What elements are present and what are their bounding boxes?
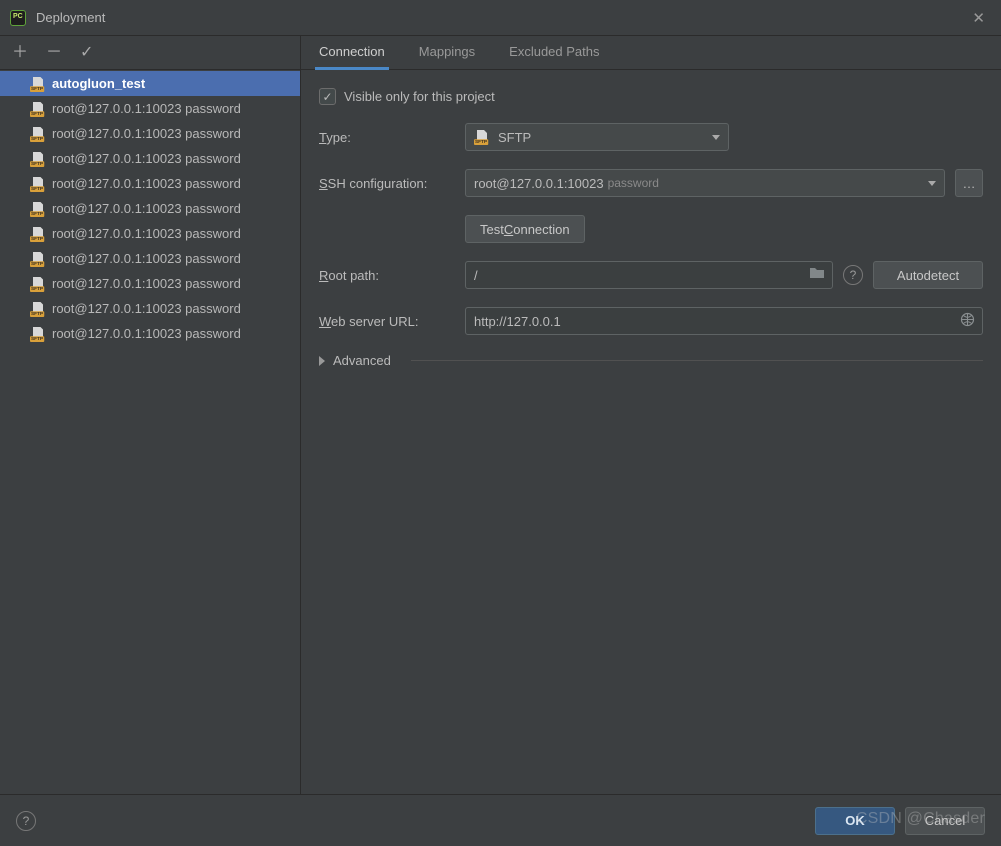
sidebar-item[interactable]: root@127.0.0.1:10023 password [0,121,300,146]
type-label: Type: [319,130,455,145]
sidebar-item-label: autogluon_test [52,76,145,91]
sidebar: ＋ － ✓ autogluon_test root@127.0.0.1:10023… [0,36,301,794]
sidebar-item-label: root@127.0.0.1:10023 password [52,151,241,166]
visible-only-label: Visible only for this project [344,89,495,104]
advanced-label: Advanced [333,353,391,368]
sidebar-item-label: root@127.0.0.1:10023 password [52,126,241,141]
help-icon[interactable]: ? [843,265,863,285]
web-url-value: http://127.0.0.1 [474,314,561,329]
remove-button[interactable]: － [46,45,62,61]
ok-button[interactable]: OK [815,807,895,835]
ssh-auth-hint: password [608,176,659,190]
folder-icon[interactable] [809,266,825,283]
web-url-input[interactable]: http://127.0.0.1 [465,307,983,335]
chevron-down-icon [928,181,936,186]
sidebar-item[interactable]: root@127.0.0.1:10023 password [0,296,300,321]
expand-arrow-icon [319,356,325,366]
ssh-config-label: SSH configuration: [319,176,455,191]
sidebar-item-label: root@127.0.0.1:10023 password [52,251,241,266]
titlebar: Deployment ✕ [0,0,1001,36]
test-connection-button[interactable]: Test Connection [465,215,585,243]
tab-excluded-paths[interactable]: Excluded Paths [505,44,603,70]
globe-icon[interactable] [960,312,975,330]
sidebar-item[interactable]: root@127.0.0.1:10023 password [0,171,300,196]
sidebar-item-label: root@127.0.0.1:10023 password [52,226,241,241]
sidebar-item[interactable]: root@127.0.0.1:10023 password [0,246,300,271]
sidebar-item[interactable]: root@127.0.0.1:10023 password [0,271,300,296]
window-title: Deployment [36,10,105,25]
sidebar-toolbar: ＋ － ✓ [0,36,300,70]
server-list: autogluon_test root@127.0.0.1:10023 passw… [0,70,300,794]
sftp-icon [30,202,46,216]
sftp-icon [30,327,46,341]
type-dropdown[interactable]: SFTP [465,123,729,151]
type-value: SFTP [498,130,531,145]
root-path-value: / [474,268,478,283]
sidebar-item[interactable]: root@127.0.0.1:10023 password [0,221,300,246]
sidebar-item[interactable]: root@127.0.0.1:10023 password [0,146,300,171]
sftp-icon [30,227,46,241]
root-path-label: Root path: [319,268,455,283]
chevron-down-icon [712,135,720,140]
ssh-config-value: root@127.0.0.1:10023 [474,176,604,191]
sftp-icon [30,302,46,316]
separator [411,360,983,361]
cancel-button[interactable]: Cancel [905,807,985,835]
add-button[interactable]: ＋ [12,45,28,61]
visible-only-checkbox[interactable] [319,88,336,105]
sftp-icon [30,277,46,291]
sidebar-item[interactable]: autogluon_test [0,71,300,96]
app-icon [10,10,26,26]
advanced-section-toggle[interactable]: Advanced [319,353,983,378]
sftp-icon [30,252,46,266]
sidebar-item-label: root@127.0.0.1:10023 password [52,176,241,191]
autodetect-button[interactable]: Autodetect [873,261,983,289]
sidebar-item[interactable]: root@127.0.0.1:10023 password [0,196,300,221]
root-path-input[interactable]: / [465,261,833,289]
sftp-icon [30,102,46,116]
sftp-icon [474,130,490,144]
help-button[interactable]: ? [16,811,36,831]
sidebar-item-label: root@127.0.0.1:10023 password [52,301,241,316]
main-panel: Connection Mappings Excluded Paths Visib… [301,36,1001,794]
sidebar-item-label: root@127.0.0.1:10023 password [52,201,241,216]
ssh-browse-button[interactable]: … [955,169,983,197]
sftp-icon [30,127,46,141]
tab-connection[interactable]: Connection [315,44,389,70]
tab-bar: Connection Mappings Excluded Paths [301,36,1001,70]
sftp-icon [30,152,46,166]
sidebar-item[interactable]: root@127.0.0.1:10023 password [0,96,300,121]
close-icon[interactable]: ✕ [966,5,991,31]
ssh-config-dropdown[interactable]: root@127.0.0.1:10023 password [465,169,945,197]
dialog-footer: ? OK Cancel [0,794,1001,846]
sftp-icon [30,77,46,91]
sidebar-item-label: root@127.0.0.1:10023 password [52,276,241,291]
sidebar-item[interactable]: root@127.0.0.1:10023 password [0,321,300,346]
set-default-button[interactable]: ✓ [80,45,93,61]
web-url-label: Web server URL: [319,314,455,329]
sidebar-item-label: root@127.0.0.1:10023 password [52,326,241,341]
sidebar-item-label: root@127.0.0.1:10023 password [52,101,241,116]
sftp-icon [30,177,46,191]
tab-mappings[interactable]: Mappings [415,44,479,70]
